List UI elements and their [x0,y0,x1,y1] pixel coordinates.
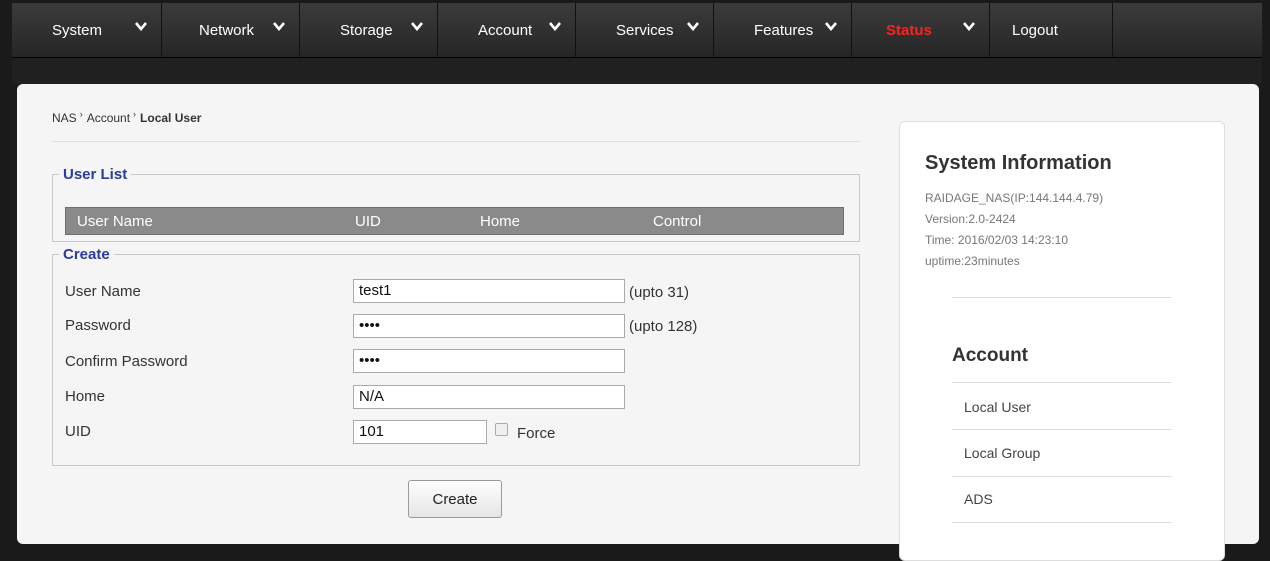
system-host: RAIDAGE_NAS(IP:144.144.4.79) [925,191,1104,205]
breadcrumb-current: Local User [140,111,202,125]
username-input[interactable]: test1 [353,279,625,303]
nav-account-label: Account [478,21,533,39]
breadcrumb-section[interactable]: Account [87,111,130,125]
uid-input[interactable]: 101 [353,420,487,444]
column-control: Control [653,213,702,230]
nav-features-label: Features [754,21,814,39]
menu-item-local-group[interactable]: Local Group [964,445,1040,461]
nav-account[interactable]: Account [438,3,576,57]
system-uptime: uptime:23minutes [925,254,1020,268]
home-label: Home [65,388,106,405]
force-checkbox[interactable] [495,423,508,436]
chevron-down-icon [963,22,975,31]
divider [952,297,1172,298]
chevron-down-icon [687,22,699,31]
force-label: Force [517,425,556,442]
username-hint: (upto 31) [629,284,690,301]
top-nav-bar: System Network Storage Account Services … [12,3,1262,58]
nav-system-label: System [52,21,103,39]
breadcrumb-separator-icon: › [79,109,83,119]
chevron-down-icon [549,22,561,31]
confirm-password-input[interactable]: •••• [353,349,625,373]
column-uid: UID [355,213,381,230]
username-label: User Name [65,283,141,300]
system-info-title: System Information [925,152,1112,174]
breadcrumb-separator-icon: › [133,109,137,119]
nav-features[interactable]: Features [714,3,852,57]
account-menu-title: Account [952,345,1028,366]
nav-network-label: Network [199,21,255,39]
menu-divider [952,382,1172,383]
nav-services-label: Services [616,21,674,39]
system-version: Version:2.0-2424 [925,212,1016,226]
password-hint: (upto 128) [629,318,698,335]
password-input[interactable]: •••• [353,314,625,338]
user-list-legend: User List [63,166,128,183]
nav-logout[interactable]: Logout [990,3,1113,57]
nav-system[interactable]: System [12,3,162,57]
nav-status-label: Status [886,21,932,39]
menu-divider [952,476,1172,477]
column-user-name: User Name [77,213,153,230]
nav-storage[interactable]: Storage [300,3,438,57]
menu-item-local-user[interactable]: Local User [964,399,1031,415]
menu-item-ads[interactable]: ADS [964,491,993,507]
create-legend: Create [63,246,110,263]
chevron-down-icon [411,22,423,31]
confirm-password-label: Confirm Password [65,353,188,370]
uid-label: UID [65,423,91,440]
menu-divider [952,429,1172,430]
nav-services[interactable]: Services [576,3,714,57]
nav-storage-label: Storage [340,21,393,39]
user-table-header: User Name UID Home Control [65,207,844,235]
breadcrumb-root[interactable]: NAS [52,111,77,125]
home-input[interactable]: N/A [353,385,625,409]
chevron-down-icon [825,22,837,31]
create-button[interactable]: Create [408,480,502,518]
breadcrumb: NAS › Account › Local User [52,109,201,125]
divider [52,141,860,142]
password-label: Password [65,317,131,334]
user-list-section: User List User Name UID Home Control [52,166,860,242]
system-time: Time: 2016/02/03 14:23:10 [925,233,1068,247]
menu-divider [952,522,1172,523]
nav-logout-label: Logout [1012,21,1058,39]
nav-shadow-strip [12,58,1262,84]
chevron-down-icon [135,22,147,31]
column-home: Home [480,213,521,230]
sidebar: System Information RAIDAGE_NAS(IP:144.14… [899,121,1225,561]
chevron-down-icon [273,22,285,31]
nav-network[interactable]: Network [162,3,300,57]
nav-status[interactable]: Status [852,3,990,57]
content-panel: NAS › Account › Local User User List User Na… [17,84,1259,561]
